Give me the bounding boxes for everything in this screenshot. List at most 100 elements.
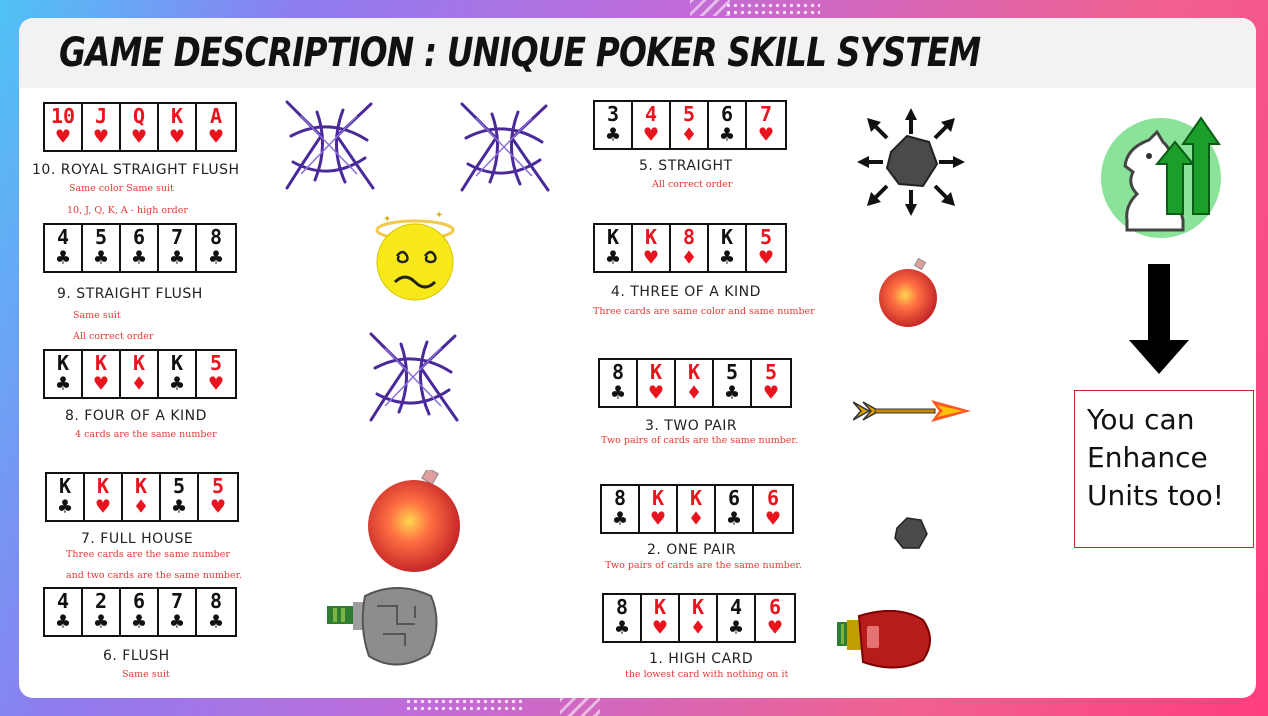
enhance-text-line: Enhance <box>1087 441 1208 474</box>
playing-card: K ♦ <box>123 474 161 520</box>
down-arrow-icon <box>1129 264 1189 374</box>
playing-card: 6 ♥ <box>756 595 794 641</box>
playing-card: K ♣ <box>595 225 633 271</box>
card-suit: ♥ <box>759 246 773 271</box>
card-rank: 7 <box>170 225 184 249</box>
card-suit: ♣ <box>170 372 184 397</box>
card-rank: 8 <box>613 486 627 510</box>
hand-name: 5. STRAIGHT <box>639 158 733 174</box>
boxing-glove-icon <box>837 610 931 669</box>
card-suit: ♣ <box>720 246 734 271</box>
card-suit: ♥ <box>132 125 146 150</box>
card-suit: ♦ <box>687 381 701 406</box>
playing-card: K ♦ <box>676 360 714 406</box>
card-suit: ♣ <box>58 495 72 520</box>
card-rank: K <box>56 351 70 375</box>
playing-card: 8 ♣ <box>600 360 638 406</box>
card-rank: 4 <box>644 102 658 126</box>
hand-desc: Same suit <box>73 310 121 321</box>
playing-card: 8 ♣ <box>604 595 642 641</box>
playing-card: K ♥ <box>640 486 678 532</box>
card-suit: ♥ <box>644 123 658 148</box>
hand-desc: 10, J, Q, K, A - high order <box>67 205 188 216</box>
playing-card: 5 ♣ <box>714 360 752 406</box>
card-rank: K <box>689 486 703 510</box>
card-suit: ♣ <box>613 507 627 532</box>
card-rank: 6 <box>132 225 146 249</box>
playing-card: 8 ♣ <box>197 225 235 271</box>
card-suit: ♥ <box>759 123 773 148</box>
card-suit: ♥ <box>766 507 780 532</box>
card-rank: 8 <box>209 225 223 249</box>
hand-name: 7. FULL HOUSE <box>81 531 194 547</box>
playing-card: J ♥ <box>83 104 121 150</box>
card-rank: 6 <box>766 486 780 510</box>
playing-card: 6 ♣ <box>121 589 159 635</box>
small-rock-icon <box>894 517 928 549</box>
playing-card: A ♥ <box>197 104 235 150</box>
card-suit: ♣ <box>56 372 70 397</box>
hand-desc: 4 cards are the same number <box>75 429 217 440</box>
playing-card: 5 ♥ <box>197 351 235 397</box>
card-rank: 5 <box>211 474 225 498</box>
playing-card: K ♥ <box>638 360 676 406</box>
playing-card: 4 ♣ <box>45 225 83 271</box>
card-rank: 3 <box>606 102 620 126</box>
card-hand-straight-flush: 4 ♣ 5 ♣ 6 ♣ 7 ♣ 8 ♣ <box>43 223 237 273</box>
card-suit: ♥ <box>170 125 184 150</box>
card-rank: K <box>170 351 184 375</box>
card-suit: ♥ <box>653 616 667 641</box>
playing-card: 6 ♣ <box>716 486 754 532</box>
card-suit: ♥ <box>94 125 108 150</box>
svg-text:✦: ✦ <box>383 214 391 225</box>
stone-fist-icon <box>327 587 438 666</box>
fire-arrow-icon <box>853 400 971 422</box>
playing-card: 6 ♣ <box>709 102 747 148</box>
card-rank: 10 <box>50 104 76 128</box>
card-hand-flush: 4 ♣ 2 ♣ 6 ♣ 7 ♣ 8 ♣ <box>43 587 237 637</box>
card-rank: 8 <box>209 589 223 613</box>
card-suit: ♣ <box>725 381 739 406</box>
slide: Game Description : Unique Poker Skill Sy… <box>19 18 1256 698</box>
background-dots <box>725 2 820 16</box>
small-bomb-icon <box>879 258 937 327</box>
card-rank: 6 <box>132 589 146 613</box>
card-suit: ♥ <box>644 246 658 271</box>
page-title: Game Description : Unique Poker Skill Sy… <box>59 30 981 76</box>
playing-card: 7 ♣ <box>159 225 197 271</box>
enhance-units-callout: You can Enhance Units too! <box>1074 390 1254 548</box>
enhance-text-line: Units too! <box>1087 479 1224 512</box>
card-rank: K <box>132 351 146 375</box>
playing-card: Q ♥ <box>121 104 159 150</box>
playing-card: K ♣ <box>709 225 747 271</box>
card-suit: ♣ <box>94 610 108 635</box>
card-rank: 6 <box>768 595 782 619</box>
hand-desc: All correct order <box>652 179 733 190</box>
card-suit: ♣ <box>132 610 146 635</box>
hand-name: 9. STRAIGHT FLUSH <box>57 286 203 302</box>
card-suit: ♣ <box>170 246 184 271</box>
card-rank: 5 <box>764 360 778 384</box>
card-hand-straight: 3 ♣ 4 ♥ 5 ♦ 6 ♣ 7 ♥ <box>593 100 787 150</box>
card-rank: 5 <box>759 225 773 249</box>
card-rank: 5 <box>725 360 739 384</box>
card-rank: 5 <box>682 102 696 126</box>
card-rank: 7 <box>759 102 773 126</box>
playing-card: 4 ♣ <box>718 595 756 641</box>
card-suit: ♥ <box>209 372 223 397</box>
playing-card: 7 ♣ <box>159 589 197 635</box>
card-suit: ♥ <box>209 125 223 150</box>
card-suit: ♣ <box>615 616 629 641</box>
playing-card: 8 ♣ <box>602 486 640 532</box>
playing-card: 6 ♣ <box>121 225 159 271</box>
hand-name: 3. TWO PAIR <box>645 418 738 434</box>
playing-card: 5 ♣ <box>83 225 121 271</box>
card-rank: 6 <box>720 102 734 126</box>
playing-card: K ♦ <box>121 351 159 397</box>
card-rank: 4 <box>56 225 70 249</box>
card-suit: ♣ <box>606 123 620 148</box>
hand-name: 10. ROYAL STRAIGHT FLUSH <box>32 162 240 178</box>
card-suit: ♥ <box>649 381 663 406</box>
playing-card: K ♣ <box>45 351 83 397</box>
playing-card: K ♦ <box>680 595 718 641</box>
